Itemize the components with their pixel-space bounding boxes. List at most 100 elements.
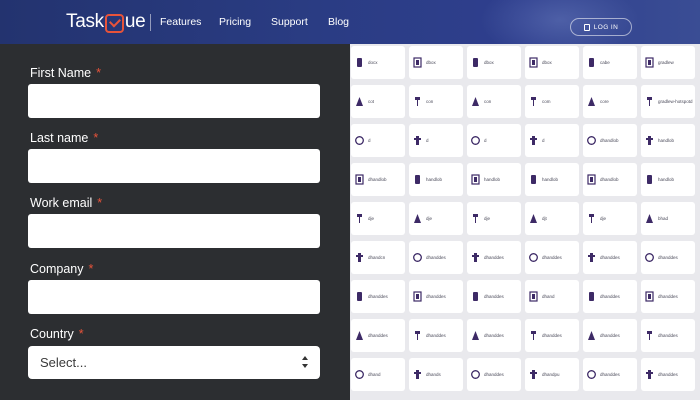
integration-logo-icon	[529, 57, 538, 68]
integration-logo-icon	[413, 330, 422, 341]
integration-tile[interactable]: d	[351, 124, 405, 157]
integration-logo-icon	[645, 57, 654, 68]
integration-tile[interactable]: dhandlob	[583, 163, 637, 196]
integration-logo-icon	[355, 330, 364, 341]
integration-tile[interactable]: docx	[351, 46, 405, 79]
integration-tile[interactable]: dhanddes	[467, 280, 521, 313]
integration-tile[interactable]: dhanddes	[583, 241, 637, 274]
integration-tile[interactable]: con	[409, 85, 463, 118]
login-label: LOG IN	[593, 23, 619, 31]
integration-tile[interactable]: cabe	[583, 46, 637, 79]
integration-tile[interactable]: dhands	[409, 358, 463, 391]
integration-tile[interactable]: dje	[583, 202, 637, 235]
integration-tile[interactable]: dhanddes	[583, 280, 637, 313]
country-select[interactable]: Select...	[28, 346, 320, 379]
integration-tile[interactable]: dhanddes	[467, 358, 521, 391]
integration-tile[interactable]: gradlew-hotspotd	[641, 85, 695, 118]
integration-name: gradlew	[658, 60, 674, 65]
integration-tile[interactable]: dhanddes	[351, 280, 405, 313]
first-name-label: First Name *	[30, 66, 101, 80]
integration-logo-icon	[529, 330, 538, 341]
integration-tile[interactable]: bhad	[641, 202, 695, 235]
integration-tile[interactable]: dhanddes	[641, 241, 695, 274]
integration-logo-icon	[355, 57, 364, 68]
integration-logo-icon	[587, 96, 596, 107]
work-email-input[interactable]	[28, 214, 320, 248]
nav-link-blog[interactable]: Blog	[328, 16, 349, 28]
integration-tile[interactable]: dbox	[467, 46, 521, 79]
integration-tile[interactable]: dhanddes	[583, 319, 637, 352]
integration-name: d	[368, 138, 371, 143]
integration-tile[interactable]: dhandpu	[525, 358, 579, 391]
integration-tile[interactable]: dje	[409, 202, 463, 235]
integration-tile[interactable]: dhanddes	[583, 358, 637, 391]
first-name-input[interactable]	[28, 84, 320, 118]
required-marker: *	[93, 131, 99, 145]
integration-tile[interactable]: com	[525, 85, 579, 118]
integration-tile[interactable]: dhandcn	[351, 241, 405, 274]
last-name-input[interactable]	[28, 149, 320, 183]
signup-form: First Name * Last name * Work email * Compa…	[0, 44, 350, 400]
integration-tile[interactable]: dhanddes	[467, 319, 521, 352]
select-caret-icon	[302, 356, 309, 369]
integration-tile[interactable]: cot	[351, 85, 405, 118]
integration-logo-icon	[355, 213, 364, 224]
integration-tile[interactable]: dbox	[525, 46, 579, 79]
integration-name: dje	[426, 216, 433, 221]
required-marker: *	[96, 66, 101, 80]
tile-grid: docx dbox dbox dbox cabe gradlew cot con con com c…	[351, 46, 695, 391]
integration-name: dhanddes	[542, 333, 562, 338]
company-input[interactable]	[28, 280, 320, 314]
integration-tile[interactable]: dhanddes	[351, 319, 405, 352]
integration-name: dje	[484, 216, 491, 221]
integration-tile[interactable]: dhanddes	[467, 241, 521, 274]
integration-tile[interactable]: djt	[525, 202, 579, 235]
integration-tile[interactable]: dhanddes	[525, 241, 579, 274]
integration-logo-icon	[529, 135, 538, 146]
integration-tile[interactable]: handlob	[525, 163, 579, 196]
integration-name: d	[484, 138, 487, 143]
integration-tile[interactable]: dhanddes	[525, 319, 579, 352]
company-label: Company *	[30, 262, 93, 276]
integration-logo-icon	[413, 213, 422, 224]
required-marker: *	[78, 327, 84, 341]
integration-tile[interactable]: con	[467, 85, 521, 118]
integration-tile[interactable]: handlob	[467, 163, 521, 196]
integration-tile[interactable]: handlob	[409, 163, 463, 196]
integration-name: dhanddes	[658, 294, 678, 299]
integration-tile[interactable]: d	[409, 124, 463, 157]
integration-tile[interactable]: d	[467, 124, 521, 157]
nav-link-pricing[interactable]: Pricing	[219, 16, 251, 28]
integration-name: dhand	[542, 294, 555, 299]
nav-link-features[interactable]: Features	[160, 16, 201, 28]
integration-tile[interactable]: dhanddes	[641, 280, 695, 313]
integration-tile[interactable]: dhand	[351, 358, 405, 391]
integration-tile[interactable]: dhanddes	[409, 319, 463, 352]
integration-tile[interactable]: dhandlob	[583, 124, 637, 157]
taskque-logo[interactable]: Task ue	[66, 10, 146, 34]
integration-name: dhanddes	[484, 294, 504, 299]
integration-tile[interactable]: dje	[351, 202, 405, 235]
integration-tile[interactable]: d	[525, 124, 579, 157]
integration-logo-icon	[645, 135, 654, 146]
integration-tile[interactable]: handlob	[641, 124, 695, 157]
nav-link-support[interactable]: Support	[271, 16, 308, 28]
integration-tile[interactable]: dhanddes	[409, 280, 463, 313]
integration-logo-icon	[355, 174, 364, 185]
integration-tile[interactable]: dhanddes	[641, 358, 695, 391]
integration-tile[interactable]: dhanddes	[409, 241, 463, 274]
integration-tile[interactable]: gradlew	[641, 46, 695, 79]
integration-tile[interactable]: dje	[467, 202, 521, 235]
integration-name: dhanddes	[600, 294, 620, 299]
integration-tile[interactable]: dhandlob	[351, 163, 405, 196]
integration-tile[interactable]: handlob	[641, 163, 695, 196]
integration-tile[interactable]: core	[583, 85, 637, 118]
integration-name: handlob	[484, 177, 501, 182]
country-label: Country *	[30, 327, 84, 341]
integration-tile[interactable]: dbox	[409, 46, 463, 79]
integration-tile[interactable]: dhanddes	[641, 319, 695, 352]
integration-name: dbox	[426, 60, 436, 65]
integration-tile[interactable]: dhand	[525, 280, 579, 313]
required-marker: *	[88, 262, 94, 276]
login-button[interactable]: LOG IN	[570, 18, 632, 36]
